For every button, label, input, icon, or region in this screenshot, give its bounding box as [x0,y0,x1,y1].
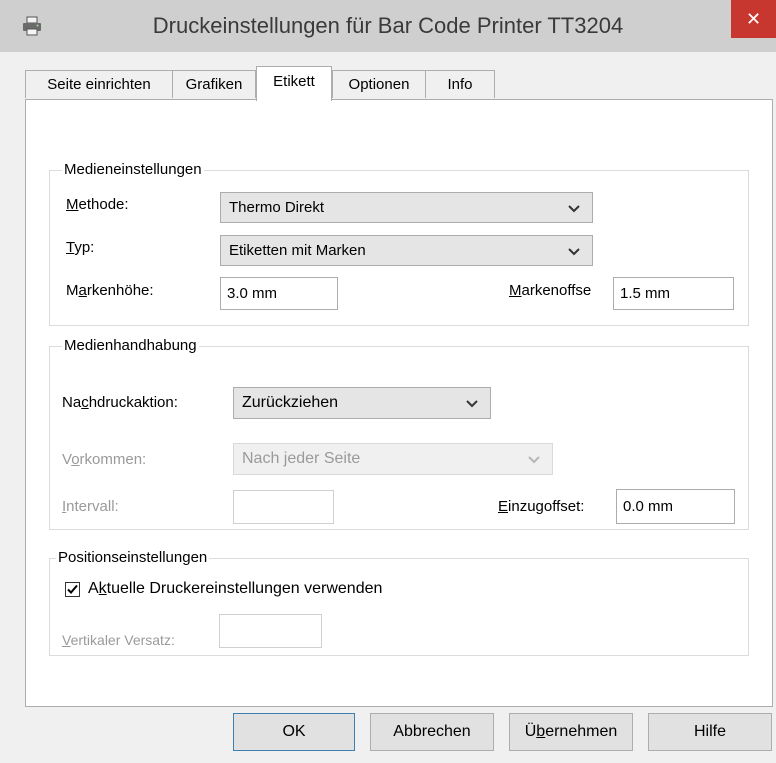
feed-offset-value: 0.0 mm [623,498,674,515]
window-title: Druckeinstellungen für Bar Code Printer … [152,13,624,38]
type-value: Etiketten mit Marken [229,242,366,259]
mark-height-label: Markenhöhe: [66,282,154,299]
apply-button[interactable]: Übernehmen [509,713,633,751]
mark-height-value: 3.0 mm [227,285,278,302]
tab-optionen[interactable]: Optionen [332,70,426,98]
media-settings-legend: Medieneinstellungen [62,160,204,180]
tab-grafiken[interactable]: Grafiken [172,70,256,98]
vertical-offset-input[interactable] [219,614,322,648]
title-bar[interactable]: Druckeinstellungen für Bar Code Printer … [0,0,776,52]
ok-button[interactable]: OK [233,713,355,751]
chevron-down-icon [568,248,580,256]
cancel-button[interactable]: Abbrechen [370,713,494,751]
use-current-settings-checkbox[interactable] [65,582,80,597]
mark-offset-input[interactable]: 1.5 mm [613,277,734,310]
media-handling-group: Medienhandhabung Nachdruckaktion: Zurück… [49,336,749,530]
chevron-down-icon [528,456,540,464]
use-current-settings-label[interactable]: Aktuelle Druckereinstellungen verwenden [88,579,382,599]
interval-input[interactable] [233,490,334,524]
interval-label: Intervall: [62,498,119,515]
close-icon: ✕ [745,9,762,29]
media-handling-legend: Medienhandhabung [62,336,199,356]
feed-offset-label: Einzugoffset: [498,498,585,515]
position-settings-legend: Positionseinstellungen [56,548,210,568]
etikett-tab-panel: Medieneinstellungen Methode: Thermo Dire… [25,99,773,707]
tab-info[interactable]: Info [425,70,495,98]
help-button[interactable]: Hilfe [648,713,772,751]
method-select[interactable]: Thermo Direkt [220,192,593,223]
post-print-action-value: Zurückziehen [242,394,339,411]
feed-offset-input[interactable]: 0.0 mm [616,489,735,524]
occurrence-value: Nach jeder Seite [242,450,361,467]
mark-offset-value: 1.5 mm [620,285,671,302]
method-label: Methode: [66,196,129,213]
occurrence-select[interactable]: Nach jeder Seite [233,443,553,475]
dialog-client-area: Seite einrichten Grafiken Etikett Option… [0,52,776,763]
mark-height-input[interactable]: 3.0 mm [220,277,338,310]
tab-etikett[interactable]: Etikett [256,66,332,101]
type-label: Typ: [66,239,95,256]
post-print-action-select[interactable]: Zurückziehen [233,387,491,419]
post-print-action-label: Nachdruckaktion: [62,394,178,411]
chevron-down-icon [466,400,478,408]
method-value: Thermo Direkt [229,199,325,216]
mark-offset-label: Markenoffse [509,282,592,299]
chevron-down-icon [568,205,580,213]
close-button[interactable]: ✕ [731,0,776,38]
occurrence-label: Vorkommen: [62,451,147,468]
checkmark-icon [67,584,78,594]
type-select[interactable]: Etiketten mit Marken [220,235,593,266]
vertical-offset-label: Vertikaler Versatz: [62,632,175,648]
printer-preferences-dialog: Druckeinstellungen für Bar Code Printer … [0,0,776,763]
position-settings-group: Positionseinstellungen Aktuelle Druckere… [49,548,749,656]
media-settings-group: Medieneinstellungen Methode: Thermo Dire… [49,160,749,326]
tab-seite-einrichten[interactable]: Seite einrichten [25,70,173,98]
